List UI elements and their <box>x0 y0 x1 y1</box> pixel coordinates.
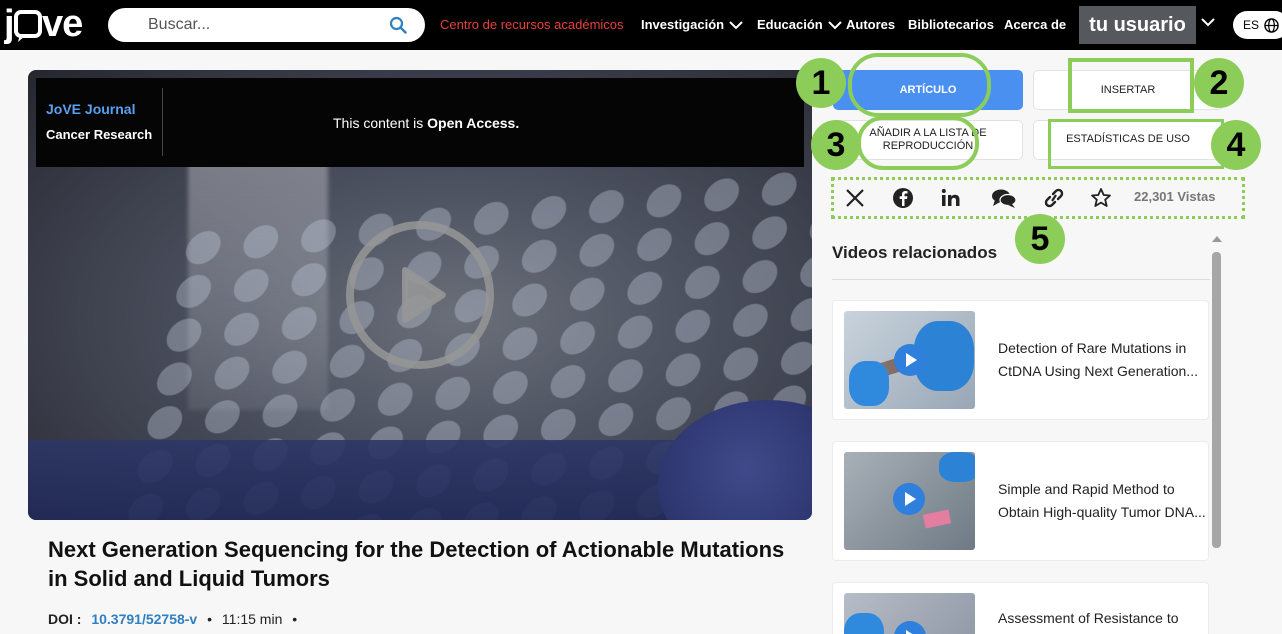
svg-text:j: j <box>4 4 14 45</box>
scrollbar-thumb[interactable] <box>1212 252 1221 548</box>
divider <box>832 279 1210 280</box>
related-video-card[interactable]: Assessment of Resistance to <box>832 582 1209 634</box>
journal-section[interactable]: Cancer Research <box>46 127 152 142</box>
language-selector[interactable]: ES <box>1233 11 1282 39</box>
globe-icon <box>1264 17 1279 33</box>
access-prefix: This content is <box>333 115 428 131</box>
nav-education-label: Educación <box>757 17 823 32</box>
search-icon[interactable] <box>389 16 407 34</box>
nav-research-label: Investigación <box>641 17 725 32</box>
play-icon <box>893 483 925 515</box>
chevron-down-icon <box>729 21 743 30</box>
jove-logo[interactable]: j ve <box>4 4 90 46</box>
related-video-card[interactable]: Detection of Rare Mutations in CtDNA Usi… <box>832 300 1209 420</box>
divider <box>162 88 163 156</box>
chevron-down-icon[interactable] <box>1201 18 1215 27</box>
scroll-up-arrow-icon[interactable] <box>1212 236 1222 242</box>
link-icon[interactable] <box>1041 187 1067 209</box>
x-icon[interactable] <box>844 187 866 209</box>
doi-link[interactable]: 10.3791/52758-v <box>91 611 197 627</box>
video-thumbnail <box>844 311 975 409</box>
search-input[interactable] <box>148 14 368 36</box>
journal-name[interactable]: JoVE Journal <box>46 101 135 117</box>
chevron-down-icon <box>828 21 842 30</box>
annotation-badge-3: 3 <box>811 120 861 170</box>
nav-librarians-link[interactable]: Bibliotecarios <box>908 17 994 32</box>
highlight-usage-stats <box>1048 119 1224 169</box>
nav-authors-link[interactable]: Autores <box>846 17 895 32</box>
chat-icon[interactable] <box>991 187 1017 209</box>
play-icon[interactable] <box>345 220 495 370</box>
related-video-title: Detection of Rare Mutations in CtDNA Usi… <box>998 340 1198 379</box>
doi-label: DOI : <box>48 611 82 627</box>
related-videos-heading: Videos relacionados <box>832 243 998 262</box>
article-meta: DOI : 10.3791/52758-v • 11:15 min • <box>48 611 303 627</box>
share-bar: 22,301 Vistas <box>831 177 1245 219</box>
nav-research-menu[interactable]: Investigación <box>641 17 743 32</box>
nav-resources-link[interactable]: Centro de recursos académicos <box>440 17 624 32</box>
related-video-title: Simple and Rapid Method to Obtain High-q… <box>998 481 1206 520</box>
svg-text:ve: ve <box>42 4 82 45</box>
linkedin-icon[interactable] <box>940 187 962 209</box>
top-navbar: j ve Centro de recursos académicos Inves… <box>0 0 1282 50</box>
annotation-badge-4: 4 <box>1211 120 1261 170</box>
access-notice: This content is Open Access. <box>333 115 519 131</box>
star-icon[interactable] <box>1090 187 1112 209</box>
video-thumbnail <box>844 593 975 634</box>
annotation-badge-2: 2 <box>1194 58 1244 108</box>
separator: • <box>292 611 298 627</box>
related-video-title: Assessment of Resistance to <box>998 610 1179 626</box>
view-count: 22,301 Vistas <box>1134 189 1216 204</box>
separator: • <box>207 611 213 627</box>
highlight-article <box>848 53 991 117</box>
highlight-playlist <box>857 116 979 170</box>
video-thumbnail <box>844 452 975 550</box>
video-player[interactable]: JoVE Journal Cancer Research This conten… <box>28 70 812 520</box>
nav-about-link[interactable]: Acerca de <box>1004 17 1066 32</box>
highlight-embed <box>1068 58 1194 113</box>
play-icon <box>894 344 926 376</box>
article-title: Next Generation Sequencing for the Detec… <box>48 537 785 591</box>
annotation-badge-1: 1 <box>796 58 846 108</box>
user-menu-button[interactable]: tu usuario <box>1079 6 1196 44</box>
related-video-card[interactable]: Simple and Rapid Method to Obtain High-q… <box>832 441 1209 561</box>
video-duration: 11:15 min <box>221 611 283 627</box>
play-icon <box>894 621 926 634</box>
video-info-bar: JoVE Journal Cancer Research This conten… <box>36 78 804 167</box>
nav-education-menu[interactable]: Educación <box>757 17 842 32</box>
language-code: ES <box>1243 18 1260 32</box>
annotation-badge-5: 5 <box>1015 214 1065 264</box>
search-box[interactable] <box>108 8 425 42</box>
access-status: Open Access. <box>427 115 520 131</box>
facebook-icon[interactable] <box>892 187 914 209</box>
